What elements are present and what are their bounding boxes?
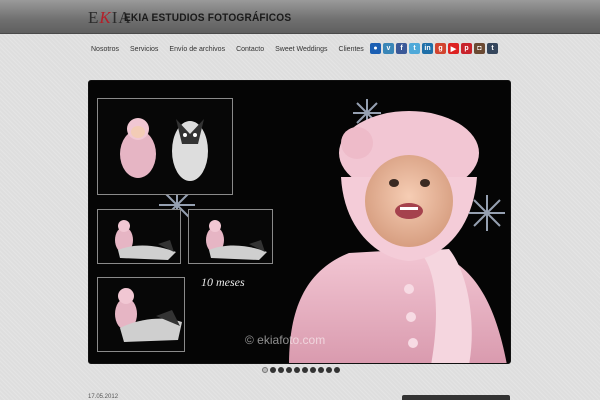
- nav-item-nosotros[interactable]: Nosotros: [91, 46, 119, 53]
- post-date: 17.05.2012: [88, 394, 119, 400]
- slider-dot-7[interactable]: [310, 367, 316, 373]
- nav-item-clientes[interactable]: Clientes: [339, 46, 364, 53]
- slider-dot-4[interactable]: [286, 367, 292, 373]
- slider-pagination: [262, 367, 340, 373]
- main-nav: Nosotros Servicios Envío de archivos Con…: [91, 46, 375, 53]
- social-links: ● v f t in g ▶ p ◘ t: [370, 43, 498, 54]
- thumb-large: [97, 98, 233, 195]
- nav-item-contacto[interactable]: Contacto: [236, 46, 264, 53]
- vimeo-icon[interactable]: v: [383, 43, 394, 54]
- slider-dot-1[interactable]: [262, 367, 268, 373]
- slider-dot-6[interactable]: [302, 367, 308, 373]
- slider-dot-5[interactable]: [294, 367, 300, 373]
- flickr-icon[interactable]: ●: [370, 43, 381, 54]
- site-title[interactable]: EKIA ESTUDIOS FOTOGRÁFICOS: [124, 12, 291, 24]
- twitter-icon[interactable]: t: [409, 43, 420, 54]
- thumb-small-1: [97, 209, 181, 264]
- sidebar-widget-header: [402, 395, 510, 400]
- slider-dot-10[interactable]: [334, 367, 340, 373]
- thumb-medium: [97, 277, 185, 352]
- facebook-icon[interactable]: f: [396, 43, 407, 54]
- slider-dot-2[interactable]: [270, 367, 276, 373]
- photo-slider[interactable]: 10 meses © ekiafoto.com: [88, 80, 511, 364]
- youtube-icon[interactable]: ▶: [448, 43, 459, 54]
- slide-caption: 10 meses: [201, 275, 245, 289]
- nav-item-sweet-weddings[interactable]: Sweet Weddings: [275, 46, 327, 53]
- tumblr-icon[interactable]: t: [487, 43, 498, 54]
- thumb-small-2: [188, 209, 273, 264]
- nav-item-envio-archivos[interactable]: Envío de archivos: [169, 46, 225, 53]
- site-header: EKIA EKIA ESTUDIOS FOTOGRÁFICOS: [0, 0, 600, 34]
- slider-dot-8[interactable]: [318, 367, 324, 373]
- watermark: © ekiafoto.com: [245, 333, 326, 347]
- slider-dot-3[interactable]: [278, 367, 284, 373]
- pinterest-icon[interactable]: p: [461, 43, 472, 54]
- google-plus-icon[interactable]: g: [435, 43, 446, 54]
- linkedin-icon[interactable]: in: [422, 43, 433, 54]
- slider-dot-9[interactable]: [326, 367, 332, 373]
- instagram-icon[interactable]: ◘: [474, 43, 485, 54]
- nav-item-servicios[interactable]: Servicios: [130, 46, 158, 53]
